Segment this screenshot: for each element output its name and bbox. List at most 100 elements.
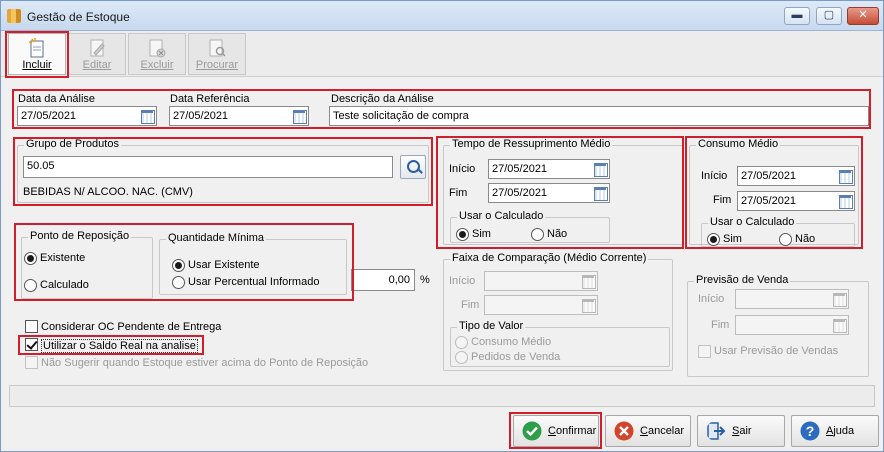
new-document-icon bbox=[28, 38, 44, 58]
incluir-label: Incluir bbox=[22, 59, 52, 71]
grupo-produtos-description: BEBIDAS N/ ALCOO. NAC. (CMV) bbox=[23, 186, 193, 198]
calendar-icon[interactable] bbox=[592, 185, 608, 201]
sair-label: Sair bbox=[732, 425, 752, 437]
consumo-fim-value: 27/05/2021 bbox=[741, 195, 797, 207]
search-button[interactable] bbox=[400, 155, 426, 179]
usar-previsao-checkbox[interactable] bbox=[698, 345, 711, 358]
calendar-icon[interactable] bbox=[592, 161, 608, 177]
calendar-icon[interactable] bbox=[291, 108, 307, 124]
calendar-icon[interactable] bbox=[580, 297, 596, 313]
consumo-medio-label: Consumo Médio bbox=[471, 336, 552, 348]
editar-label: Editar bbox=[82, 59, 112, 71]
footer: Confirmar Cancelar Sair ? Ajuda bbox=[1, 410, 883, 451]
previsao-venda-title: Previsão de Venda bbox=[694, 274, 791, 286]
previsao-inicio-label: Início bbox=[698, 293, 725, 305]
existente-label: Existente bbox=[40, 252, 86, 264]
status-bar bbox=[9, 385, 875, 407]
nao-sugerir-checkbox[interactable] bbox=[25, 356, 38, 369]
ajuda-button[interactable]: ? Ajuda bbox=[791, 415, 879, 447]
calendar-icon[interactable] bbox=[837, 193, 853, 209]
data-referencia-value: 27/05/2021 bbox=[173, 110, 229, 122]
faixa-inicio-field[interactable] bbox=[484, 271, 598, 291]
ressuprimento-fim-field[interactable]: 27/05/2021 bbox=[488, 183, 610, 203]
search-document-icon bbox=[209, 39, 226, 57]
toolbar: Incluir Editar Excluir Procurar bbox=[1, 31, 883, 77]
calendar-icon[interactable] bbox=[139, 108, 155, 124]
app-icon bbox=[7, 9, 21, 23]
data-analise-field[interactable]: 27/05/2021 bbox=[17, 106, 157, 126]
pedidos-venda-radio[interactable] bbox=[455, 351, 468, 364]
grupo-produtos-field[interactable]: 50.05 bbox=[23, 156, 393, 178]
existente-radio[interactable] bbox=[24, 252, 37, 265]
usar-percentual-label: Usar Percentual Informado bbox=[188, 276, 320, 288]
close-button[interactable]: ✕ bbox=[847, 7, 879, 25]
consumo-inicio-field[interactable]: 27/05/2021 bbox=[737, 166, 855, 186]
consumo-sim-label: Sim bbox=[723, 233, 742, 245]
ponto-reposicao-title: Ponto de Reposição bbox=[28, 230, 132, 242]
descricao-field[interactable]: Teste solicitação de compra bbox=[329, 106, 869, 126]
sair-button[interactable]: Sair bbox=[697, 415, 785, 447]
excluir-label: Excluir bbox=[140, 59, 174, 71]
usar-existente-radio[interactable] bbox=[172, 259, 185, 272]
maximize-button[interactable]: ▢ bbox=[816, 7, 842, 25]
percent-sign: % bbox=[420, 274, 430, 286]
calendar-icon[interactable] bbox=[580, 273, 596, 289]
ressuprimento-fim-label: Fim bbox=[449, 187, 468, 199]
utilizar-saldo-checkbox[interactable] bbox=[25, 338, 38, 351]
consumo-nao-radio[interactable] bbox=[779, 233, 792, 246]
window-title: Gestão de Estoque bbox=[27, 10, 130, 24]
utilizar-saldo-label: Utilizar o Saldo Real na analise bbox=[41, 339, 198, 353]
faixa-comparacao-title: Faixa de Comparação (Médio Corrente) bbox=[450, 252, 649, 264]
ressuprimento-inicio-label: Início bbox=[449, 163, 476, 175]
data-referencia-label: Data Referência bbox=[170, 93, 250, 105]
data-referencia-field[interactable]: 27/05/2021 bbox=[169, 106, 309, 126]
previsao-fim-field[interactable] bbox=[735, 315, 849, 335]
consumo-inicio-label: Início bbox=[701, 170, 728, 182]
confirmar-button[interactable]: Confirmar bbox=[513, 415, 599, 447]
incluir-button[interactable]: Incluir bbox=[8, 33, 66, 75]
faixa-fim-field[interactable] bbox=[484, 295, 598, 315]
procurar-button[interactable]: Procurar bbox=[188, 33, 246, 75]
quantidade-minima-title: Quantidade Mínima bbox=[166, 232, 266, 244]
editar-button[interactable]: Editar bbox=[68, 33, 126, 75]
ressuprimento-fim-value: 27/05/2021 bbox=[492, 187, 548, 199]
ressuprimento-usar-title: Usar o Calculado bbox=[457, 210, 546, 222]
usar-previsao-label: Usar Previsão de Vendas bbox=[714, 345, 839, 357]
previsao-inicio-field[interactable] bbox=[735, 289, 849, 309]
consumo-inicio-value: 27/05/2021 bbox=[741, 170, 797, 182]
consumo-fim-field[interactable]: 27/05/2021 bbox=[737, 191, 855, 211]
edit-document-icon bbox=[90, 39, 105, 57]
ressuprimento-inicio-field[interactable]: 27/05/2021 bbox=[488, 159, 610, 179]
calendar-icon[interactable] bbox=[831, 317, 847, 333]
usar-percentual-radio[interactable] bbox=[172, 276, 185, 289]
main-window: Gestão de Estoque ▬ ▢ ✕ Incluir Editar E… bbox=[0, 0, 884, 452]
nao-sugerir-label: Não Sugerir quando Estoque estiver acima… bbox=[41, 357, 369, 369]
calendar-icon[interactable] bbox=[837, 168, 853, 184]
cancel-icon bbox=[614, 421, 634, 441]
ressuprimento-sim-radio[interactable] bbox=[456, 228, 469, 241]
descricao-label: Descrição da Análise bbox=[331, 93, 434, 105]
previsao-fim-label: Fim bbox=[711, 319, 730, 331]
title-bar: Gestão de Estoque ▬ ▢ ✕ bbox=[1, 1, 883, 31]
usar-existente-label: Usar Existente bbox=[188, 259, 260, 271]
percentual-value: 0,00 bbox=[388, 274, 410, 286]
percentual-field[interactable]: 0,00 bbox=[351, 269, 415, 291]
svg-text:?: ? bbox=[806, 423, 815, 439]
delete-document-icon bbox=[149, 39, 166, 58]
consumo-usar-title: Usar o Calculado bbox=[708, 216, 797, 228]
calendar-icon[interactable] bbox=[831, 291, 847, 307]
cancelar-button[interactable]: Cancelar bbox=[605, 415, 691, 447]
considerar-oc-checkbox[interactable] bbox=[25, 320, 38, 333]
calculado-radio[interactable] bbox=[24, 279, 37, 292]
exit-icon bbox=[707, 422, 726, 440]
consumo-medio-radio[interactable] bbox=[455, 336, 468, 349]
minimize-button[interactable]: ▬ bbox=[784, 7, 810, 25]
excluir-button[interactable]: Excluir bbox=[128, 33, 186, 75]
ressuprimento-nao-radio[interactable] bbox=[531, 228, 544, 241]
consumo-sim-radio[interactable] bbox=[707, 233, 720, 246]
grupo-produtos-value: 50.05 bbox=[27, 160, 55, 172]
consumo-fim-label: Fim bbox=[713, 194, 732, 206]
consumo-title: Consumo Médio bbox=[696, 138, 781, 150]
tipo-valor-title: Tipo de Valor bbox=[457, 320, 526, 332]
ajuda-label: Ajuda bbox=[826, 425, 855, 437]
